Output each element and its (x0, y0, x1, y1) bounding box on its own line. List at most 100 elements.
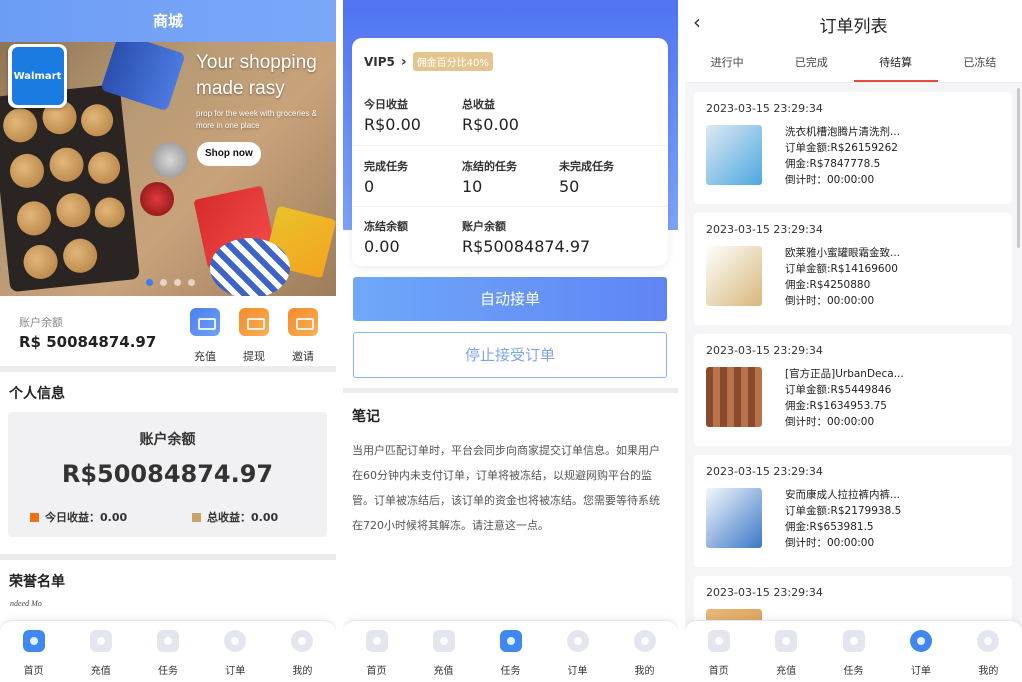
wallet-icon (190, 308, 220, 336)
orange-square-icon (30, 512, 39, 522)
nav-profile[interactable]: 我的 (269, 621, 336, 682)
stat-account-balance: 账户余额 R$50084874.97 (462, 220, 591, 256)
divider (343, 388, 678, 393)
tan-square-icon (192, 512, 201, 522)
order-icon (909, 630, 932, 652)
tab-completed[interactable]: 已完成 (769, 45, 853, 82)
profile-icon (977, 630, 1000, 652)
total-earnings: 总收益：0.00 (192, 509, 278, 525)
nav-home[interactable]: 首页 (0, 621, 67, 682)
home-icon (707, 630, 730, 652)
carousel-dot[interactable] (174, 279, 181, 286)
screens-container: 商城 Walmart Your shopping made rasy prop … (0, 0, 1022, 682)
vip-header[interactable]: VIP5 › 佣金百分比40% (364, 52, 493, 71)
product-thumbnail (706, 246, 762, 306)
product-thumbnail (706, 125, 762, 185)
carousel-dot[interactable] (146, 279, 153, 286)
shop-now-button[interactable]: Shop now (197, 142, 261, 166)
bottom-nav: 首页 充值 任务 订单 我的 (343, 620, 678, 682)
order-amount: 订单金额:R$5449846 (785, 384, 892, 396)
today-earnings: 今日收益：0.00 (30, 509, 127, 525)
stat-frozen-balance: 冻结余额 0.00 (364, 220, 408, 256)
plate-image (210, 238, 290, 296)
carousel-dot[interactable] (160, 279, 167, 286)
balance-card-amount: R$50084874.97 (61, 460, 274, 488)
recharge-icon (432, 630, 455, 652)
order-card[interactable]: 2023-03-15 23:29:34 安而康成人拉拉裤内裤... 订单金额:R… (694, 455, 1012, 567)
card-icon (239, 308, 269, 336)
nav-order[interactable]: 订单 (887, 621, 954, 682)
order-card[interactable]: 2023-03-15 23:29:34 欧莱雅小蜜罐眼霜金致... 订单金额:R… (694, 213, 1012, 325)
stat-frozen-tasks: 冻结的任务 10 (462, 160, 517, 196)
walmart-logo-text: Walmart (11, 47, 64, 105)
mall-screen: 商城 Walmart Your shopping made rasy prop … (0, 0, 336, 682)
nav-home[interactable]: 首页 (685, 621, 752, 682)
product-name: 安而康成人拉拉裤内裤... (785, 489, 901, 501)
nav-recharge[interactable]: 充值 (67, 621, 134, 682)
divider (352, 206, 668, 207)
tab-pending-settlement[interactable]: 待结算 (853, 45, 939, 82)
page-header: ‹ 订单列表 (685, 0, 1022, 45)
nav-task[interactable]: 任务 (820, 621, 887, 682)
commission-badge: 佣金百分比40% (412, 52, 493, 71)
profile-icon (291, 630, 314, 652)
order-icon (224, 630, 247, 652)
bottom-nav: 首页 充值 任务 订单 我的 (685, 620, 1022, 682)
tab-frozen[interactable]: 已冻结 (938, 45, 1022, 82)
order-countdown: 倒计时：00:00:00 (785, 537, 875, 549)
task-screen: VIP5 › 佣金百分比40% 今日收益 R$0.00 总收益 R$0.00 完… (343, 0, 678, 682)
stat-total-earnings: 总收益 R$0.00 (462, 98, 519, 134)
vip-stats-card: VIP5 › 佣金百分比40% 今日收益 R$0.00 总收益 R$0.00 完… (352, 38, 668, 266)
product-thumbnail (706, 488, 762, 548)
vip-level: VIP5 (364, 54, 395, 69)
order-card[interactable]: 2023-03-15 23:29:34 洗衣机槽泡腾片清洗剂... 订单金额:R… (694, 92, 1012, 204)
balance-value: R$ 50084874.97 (19, 333, 157, 351)
scrollbar[interactable] (1017, 88, 1020, 248)
order-commission: 佣金:R$653981.5 (785, 521, 874, 533)
nav-task[interactable]: 任务 (477, 621, 544, 682)
task-icon (499, 630, 522, 652)
walmart-logo: Walmart (8, 44, 67, 108)
product-name: 洗衣机槽泡腾片清洗剂... (785, 126, 901, 138)
auto-accept-button[interactable]: 自动接单 (353, 277, 667, 321)
bottom-nav: 首页 充值 任务 订单 我的 (0, 620, 336, 682)
withdraw-button[interactable]: 提现 (234, 308, 274, 364)
tab-in-progress[interactable]: 进行中 (685, 45, 769, 82)
nav-recharge[interactable]: 充值 (752, 621, 819, 682)
order-countdown: 倒计时：00:00:00 (785, 174, 875, 186)
nav-profile[interactable]: 我的 (955, 621, 1022, 682)
honor-list-title: 荣誉名单 (9, 574, 65, 590)
nav-order[interactable]: 订单 (202, 621, 269, 682)
notes-text: 当用户匹配订单时，平台会同步向商家提交订单信息。如果用户在60分钟内未支付订单，… (352, 444, 660, 532)
invite-button[interactable]: 邀请 (283, 308, 323, 364)
order-commission: 佣金:R$4250880 (785, 279, 871, 291)
divider (352, 145, 668, 146)
nav-task[interactable]: 任务 (134, 621, 201, 682)
screen-separator (336, 0, 343, 682)
carousel-dots (146, 279, 195, 286)
balance-row: 账户余额 R$ 50084874.97 充值 提现 邀请 (0, 296, 336, 366)
promo-banner[interactable]: Walmart Your shopping made rasy prop for… (0, 42, 336, 296)
recharge-button[interactable]: 充值 (185, 308, 225, 364)
stat-completed-tasks: 完成任务 0 (364, 160, 408, 196)
screen-separator (678, 0, 685, 682)
nav-profile[interactable]: 我的 (611, 621, 678, 682)
task-icon (842, 630, 865, 652)
order-card[interactable]: 2023-03-15 23:29:34 [官方正品]UrbanDeca... 订… (694, 334, 1012, 446)
profile-icon (633, 630, 656, 652)
nav-recharge[interactable]: 充值 (410, 621, 477, 682)
recharge-icon (775, 630, 798, 652)
order-commission: 佣金:R$1634953.75 (785, 400, 887, 412)
divider (0, 366, 336, 372)
order-tabs: 进行中 已完成 待结算 已冻结 (685, 45, 1022, 83)
can-image (152, 142, 188, 178)
stop-accept-button[interactable]: 停止接受订单 (353, 332, 667, 378)
nav-order[interactable]: 订单 (544, 621, 611, 682)
page-title: 商城 (0, 0, 336, 42)
order-amount: 订单金额:R$14169600 (785, 263, 898, 275)
nav-home[interactable]: 首页 (343, 621, 410, 682)
page-title: 订单列表 (819, 17, 888, 37)
carousel-dot[interactable] (188, 279, 195, 286)
order-amount: 订单金额:R$2179938.5 (785, 505, 902, 517)
order-countdown: 倒计时：00:00:00 (785, 416, 875, 428)
